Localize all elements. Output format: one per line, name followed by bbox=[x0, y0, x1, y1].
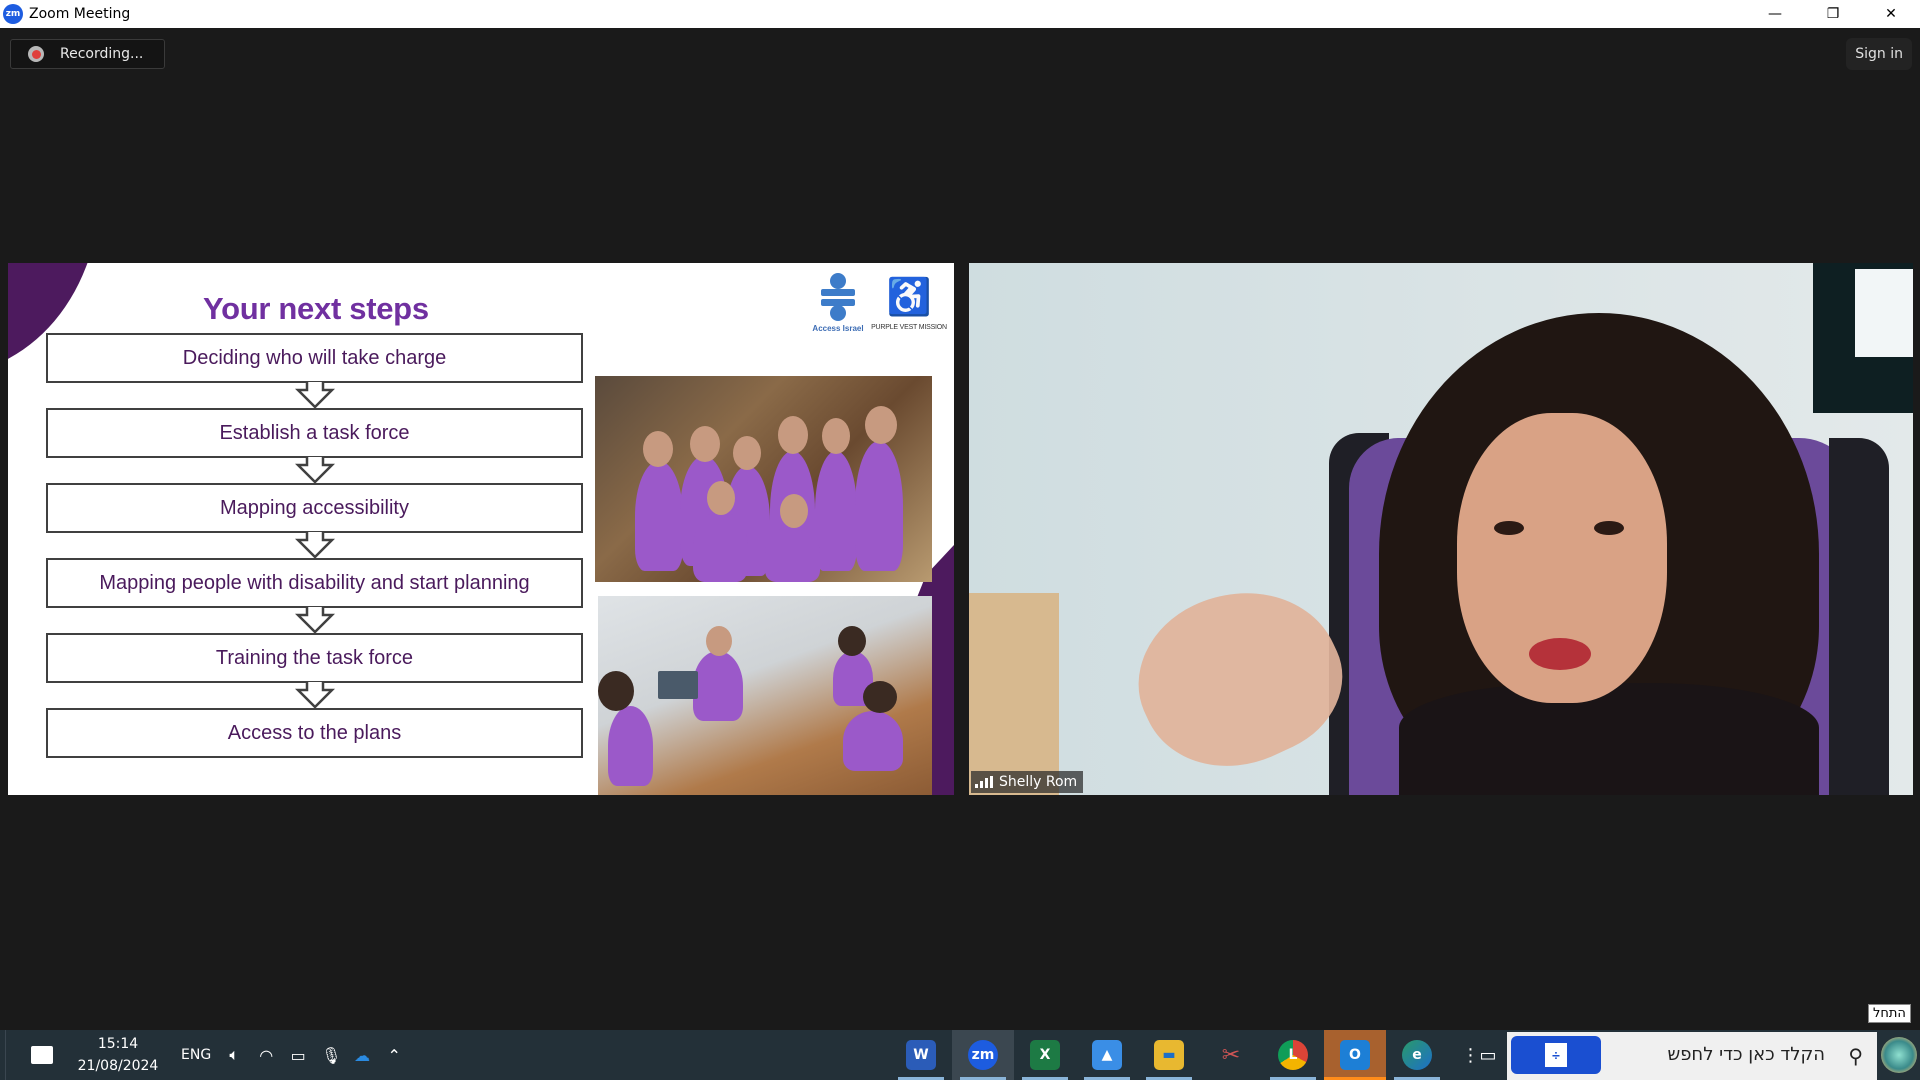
recording-label: Recording... bbox=[60, 46, 144, 62]
window-title: Zoom Meeting bbox=[29, 6, 131, 22]
volume-icon[interactable]: 🔈︎ bbox=[225, 1045, 243, 1065]
access-israel-logo: Access Israel bbox=[808, 273, 868, 333]
minimize-button[interactable]: — bbox=[1746, 0, 1804, 28]
zoom-logo-icon: zm bbox=[3, 4, 23, 24]
steps-flowchart: Deciding who will take charge Establish … bbox=[46, 333, 583, 758]
restore-button[interactable]: ❐ bbox=[1804, 0, 1862, 28]
word-icon: W bbox=[906, 1040, 936, 1070]
chevron-up-icon[interactable]: ⌃ bbox=[385, 1046, 403, 1065]
clock-time: 15:14 bbox=[97, 1036, 139, 1052]
start-orb-icon bbox=[1881, 1037, 1917, 1073]
slide-title: Your next steps bbox=[203, 291, 429, 326]
taskbar-app-photos[interactable]: ▲ bbox=[1076, 1030, 1138, 1080]
taskbar-app-zoom[interactable]: zm bbox=[952, 1030, 1014, 1080]
taskbar-app-chrome[interactable]: L bbox=[1262, 1030, 1324, 1080]
down-arrow-icon bbox=[294, 682, 335, 708]
clock[interactable]: 15:14 21/08/2024 bbox=[73, 1033, 163, 1077]
step-label: Access to the plans bbox=[227, 721, 402, 744]
participant-name: Shelly Rom bbox=[999, 774, 1078, 790]
participant-name-tag: Shelly Rom bbox=[971, 771, 1084, 793]
step-box: Training the task force bbox=[46, 633, 583, 708]
group-photo bbox=[595, 376, 932, 582]
logo-label: Access Israel bbox=[812, 324, 864, 333]
connection-signal-icon bbox=[975, 776, 993, 788]
search-highlight-button[interactable]: ÷ bbox=[1511, 1036, 1601, 1074]
battery-icon[interactable]: ▭ bbox=[289, 1046, 307, 1065]
taskbar: 15:14 21/08/2024 ENG 🔈︎ ◠ ▭ 🎙︎ ☁ ⌃ W zm … bbox=[0, 1030, 1920, 1080]
clock-date: 21/08/2024 bbox=[77, 1058, 159, 1074]
taskbar-app-edge[interactable]: e bbox=[1386, 1030, 1448, 1080]
logo-label: PURPLE VEST MISSION bbox=[871, 324, 947, 331]
chrome-icon: L bbox=[1278, 1040, 1308, 1070]
video-window bbox=[1813, 263, 1913, 413]
step-label: Mapping people with disability and start… bbox=[99, 571, 530, 594]
snipping-tool-icon: ✂ bbox=[1221, 1042, 1241, 1068]
step-box: Establish a task force bbox=[46, 408, 583, 483]
show-desktop-divider[interactable] bbox=[5, 1030, 6, 1080]
recording-indicator[interactable]: Recording... bbox=[10, 39, 165, 69]
step-label: Training the task force bbox=[215, 646, 414, 669]
language-indicator[interactable]: ENG bbox=[181, 1047, 211, 1063]
start-tooltip: התחל bbox=[1868, 1004, 1911, 1023]
edge-icon: e bbox=[1402, 1040, 1432, 1070]
start-button[interactable] bbox=[1878, 1034, 1920, 1076]
microphone-icon[interactable]: 🎙︎ bbox=[321, 1046, 341, 1065]
taskbar-app-excel[interactable]: X bbox=[1014, 1030, 1076, 1080]
down-arrow-icon bbox=[294, 532, 335, 558]
notification-center-icon[interactable] bbox=[31, 1046, 53, 1064]
down-arrow-icon bbox=[294, 382, 335, 408]
window-controls: — ❐ ✕ bbox=[1746, 0, 1920, 28]
window-title-bar: zm Zoom Meeting — ❐ ✕ bbox=[0, 0, 1920, 28]
step-label: Establish a task force bbox=[219, 421, 410, 444]
taskbar-app-outlook[interactable]: O bbox=[1324, 1030, 1386, 1080]
taskbar-app-file-explorer[interactable]: ▬ bbox=[1138, 1030, 1200, 1080]
onedrive-icon[interactable]: ☁ bbox=[353, 1046, 371, 1065]
down-arrow-icon bbox=[294, 457, 335, 483]
zoom-icon: zm bbox=[968, 1040, 998, 1070]
step-label: Deciding who will take charge bbox=[182, 346, 447, 369]
step-box: Access to the plans bbox=[46, 708, 583, 758]
search-placeholder: הקלד כאן כדי לחפש bbox=[1667, 1044, 1825, 1065]
access-israel-icon bbox=[818, 273, 858, 321]
meeting-area: Recording... Sign in Your next steps Acc… bbox=[0, 28, 1920, 1030]
step-box: Mapping accessibility bbox=[46, 483, 583, 558]
taskbar-apps: W zm X ▲ ▬ ✂ L O e ⋮▭ bbox=[890, 1030, 1510, 1080]
participant-video[interactable]: Shelly Rom bbox=[969, 263, 1913, 795]
outlook-icon: O bbox=[1340, 1040, 1370, 1070]
taskbar-app-word[interactable]: W bbox=[890, 1030, 952, 1080]
step-box: Mapping people with disability and start… bbox=[46, 558, 583, 633]
shared-screen-slide: Your next steps Access Israel ♿ PURPLE V… bbox=[8, 263, 954, 795]
taskbar-task-view[interactable]: ⋮▭ bbox=[1448, 1030, 1510, 1080]
wheelchair-hand-icon: ♿ bbox=[886, 276, 932, 317]
down-arrow-icon bbox=[294, 607, 335, 633]
excel-icon: X bbox=[1030, 1040, 1060, 1070]
step-box: Deciding who will take charge bbox=[46, 333, 583, 408]
wifi-icon[interactable]: ◠ bbox=[257, 1046, 275, 1065]
photos-icon: ▲ bbox=[1092, 1040, 1122, 1070]
purple-vest-mission-logo: ♿ PURPLE VEST MISSION bbox=[870, 273, 948, 331]
meeting-photo bbox=[598, 596, 932, 795]
task-view-icon: ⋮▭ bbox=[1461, 1044, 1497, 1066]
taskbar-app-snipping-tool[interactable]: ✂ bbox=[1200, 1030, 1262, 1080]
sign-in-button[interactable]: Sign in bbox=[1846, 38, 1912, 70]
search-icon: ⚲ bbox=[1848, 1046, 1863, 1068]
close-button[interactable]: ✕ bbox=[1862, 0, 1920, 28]
step-label: Mapping accessibility bbox=[220, 496, 409, 519]
folder-icon: ▬ bbox=[1154, 1040, 1184, 1070]
taskbar-search[interactable]: ÷ הקלד כאן כדי לחפש ⚲ bbox=[1507, 1032, 1877, 1080]
record-dot-icon bbox=[28, 46, 44, 62]
access-israel-icon: ÷ bbox=[1545, 1043, 1567, 1067]
